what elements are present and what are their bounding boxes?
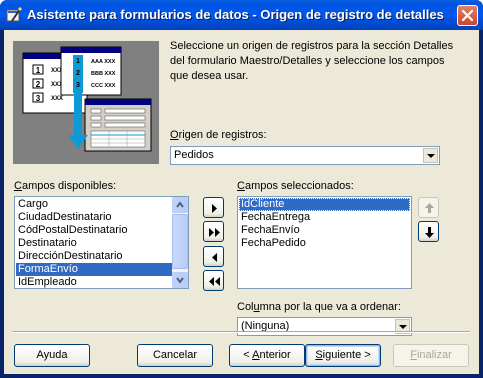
svg-text:XXX: XXX [51,96,63,102]
record-source-value: Pedidos [174,149,214,161]
svg-text:2: 2 [36,80,41,89]
record-source-label: Origen de registros: [170,129,267,141]
available-field-item-selected[interactable]: FormaEnvío [16,263,172,276]
svg-text:1: 1 [36,66,41,75]
svg-text:BBB XXX: BBB XXX [91,71,116,77]
available-fields-label: Campos disponibles: [14,180,117,192]
svg-text:2: 2 [76,70,80,77]
help-button[interactable]: Ayuda [14,344,90,367]
arrow-right-icon [212,204,217,213]
chevron-down-icon [427,154,435,158]
scroll-down-button[interactable] [172,272,188,288]
available-field-item[interactable]: CiudadDestinatario [16,211,172,224]
title-bar[interactable]: Asistente para formularios de datos - Or… [0,0,483,30]
arrow-down-icon [425,227,434,238]
remove-field-button[interactable] [203,246,224,267]
svg-text:AAA XXX: AAA XXX [91,59,116,65]
available-field-item[interactable]: Destinatario [16,237,172,250]
available-fields-scrollbar[interactable] [172,197,188,288]
cancel-button[interactable]: Cancelar [137,344,213,367]
remove-all-fields-button[interactable] [203,270,224,291]
selected-fields-label: Campos seleccionados: [237,180,354,192]
window-title: Asistente para formularios de datos - Or… [27,7,444,22]
svg-text:3: 3 [76,82,80,89]
record-source-dropdown[interactable]: Pedidos [170,146,440,165]
selected-fields-list[interactable]: IdCliente FechaEntrega FechaEnvío FechaP… [237,196,412,289]
chevron-up-icon [176,201,184,208]
move-down-button[interactable] [418,221,439,242]
illustration-graphic: 1 XXX 2 XXX 3 XXX 1 2 3 AAA XXX BBB XXX … [13,41,159,164]
chevron-down-icon [399,325,407,329]
available-field-item[interactable]: CódPostalDestinatario [16,224,172,237]
close-icon [462,10,473,21]
selected-field-item[interactable]: FechaEntrega [239,211,410,224]
move-up-button[interactable] [418,197,439,218]
close-button[interactable] [457,5,478,26]
scroll-thumb[interactable] [172,214,188,269]
svg-text:3: 3 [36,94,41,103]
arrow-left-icon [212,253,217,262]
chevron-down-icon [176,277,184,284]
wizard-window: Asistente para formularios de datos - Or… [0,0,483,378]
record-source-dropdown-button[interactable] [423,148,438,163]
selected-field-item[interactable]: FechaPedido [239,237,410,250]
double-arrow-right-icon [209,228,220,237]
double-arrow-left-icon [209,277,220,286]
available-field-item[interactable]: IdEmpleado [16,276,172,288]
selected-field-item-selected[interactable]: IdCliente [239,198,410,211]
svg-text:CCC XXX: CCC XXX [91,83,116,89]
footer-divider [12,331,470,333]
finish-button[interactable]: Finalizar [393,344,469,367]
arrow-up-icon [425,203,434,213]
add-all-fields-button[interactable] [203,221,224,242]
back-button[interactable]: < Anterior [229,344,305,367]
sort-column-dropdown[interactable]: (Ninguna) [237,317,412,336]
selected-field-item[interactable]: FechaEnvío [239,224,410,237]
master-detail-form-illustration: 1 XXX 2 XXX 3 XXX 1 2 3 AAA XXX BBB XXX … [13,41,159,164]
dialog-body: 1 XXX 2 XXX 3 XXX 1 2 3 AAA XXX BBB XXX … [4,30,479,374]
add-field-button[interactable] [203,197,224,218]
next-button[interactable]: Siguiente > [305,344,381,367]
available-field-item[interactable]: DirecciónDestinatario [16,250,172,263]
available-fields-list[interactable]: Cargo CiudadDestinatario CódPostalDestin… [14,196,189,289]
sort-column-label: Columna por la que va a ordenar: [237,301,401,313]
available-field-item[interactable]: Cargo [16,198,172,211]
scroll-up-button[interactable] [172,197,188,213]
svg-text:1: 1 [76,58,80,65]
wizard-wand-icon [6,7,22,22]
wizard-instructions: Seleccione un origen de registros para l… [170,40,454,82]
